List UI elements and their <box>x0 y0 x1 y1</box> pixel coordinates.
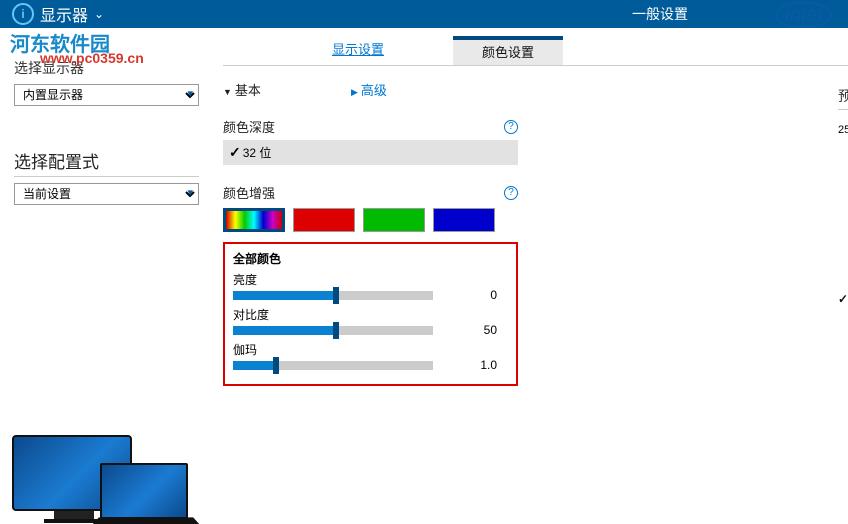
swatch-green[interactable] <box>363 208 425 232</box>
device-illustration <box>12 435 132 511</box>
contrast-slider[interactable] <box>233 326 433 335</box>
sidebar: 选择显示器 内置显示器 选择配置式 当前设置 <box>0 28 207 515</box>
slider-thumb[interactable] <box>333 287 339 304</box>
check-icon: ✓ <box>229 144 241 161</box>
general-settings-link[interactable]: 一般设置 <box>632 4 688 24</box>
intel-logo: intel <box>775 4 832 27</box>
sliders-highlight-box: 全部颜色 亮度 0 对比度 <box>223 242 518 386</box>
laptop-icon <box>100 463 188 519</box>
sliders-group-title: 全部颜色 <box>233 250 506 267</box>
contrast-value: 50 <box>467 323 497 337</box>
chart-ymax: 255 <box>838 124 848 136</box>
gamma-value: 1.0 <box>467 358 497 372</box>
brightness-label: 亮度 <box>233 271 506 288</box>
brightness-value: 0 <box>467 288 497 302</box>
watermark-url: www.pc0359.cn <box>40 50 144 66</box>
contrast-label: 对比度 <box>233 306 506 323</box>
swatch-blue[interactable] <box>433 208 495 232</box>
info-icon[interactable]: ? <box>504 186 518 200</box>
color-depth-value[interactable]: ✓ 32 位 <box>223 140 518 165</box>
subtab-basic[interactable]: 基本 <box>223 80 261 99</box>
chart-ylabel: 亮度 <box>844 189 848 211</box>
swatch-red[interactable] <box>293 208 355 232</box>
select-profile-label: 选择配置式 <box>14 148 199 177</box>
slider-thumb[interactable] <box>273 357 279 374</box>
slider-thumb[interactable] <box>333 322 339 339</box>
subtab-advanced[interactable]: 高级 <box>351 80 387 99</box>
color-depth-label: 颜色深度 <box>223 117 275 136</box>
tab-display-settings[interactable]: 显示设置 <box>303 39 413 62</box>
display-select[interactable]: 内置显示器 <box>14 84 199 106</box>
brightness-slider[interactable] <box>233 291 433 300</box>
preview-chart: 255 0 255 RGB 亮度 <box>838 124 848 274</box>
example-1-selected[interactable]: 示例 1 <box>838 290 848 307</box>
chevron-down-icon[interactable]: ⌄ <box>94 7 104 21</box>
color-enhancement-label: 颜色增强 <box>223 183 275 202</box>
preview-label: 预览 <box>838 86 848 106</box>
tab-row: 显示设置 颜色设置 <box>223 36 848 66</box>
brand-icon: i <box>12 3 34 25</box>
profile-select[interactable]: 当前设置 <box>14 183 199 205</box>
page-title: 显示器 <box>40 2 88 26</box>
gamma-slider[interactable] <box>233 361 433 370</box>
topbar: i 显示器 ⌄ 一般设置 <box>0 0 848 28</box>
tab-color-settings[interactable]: 颜色设置 <box>453 37 563 65</box>
swatch-all-colors[interactable] <box>223 208 285 232</box>
gamma-label: 伽玛 <box>233 341 506 358</box>
info-icon[interactable]: ? <box>504 120 518 134</box>
